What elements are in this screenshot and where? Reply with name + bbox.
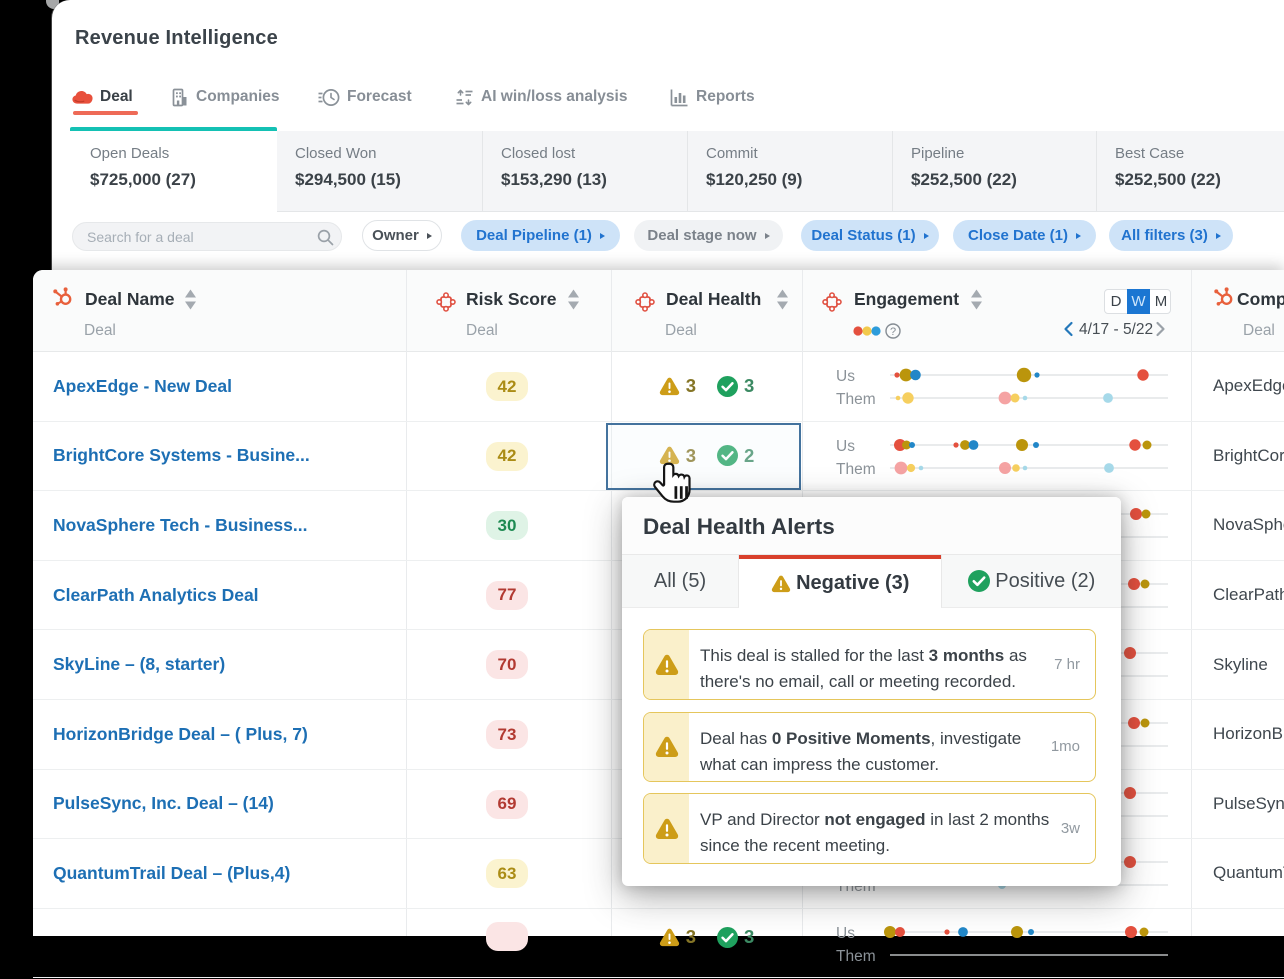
svg-text:Them: Them	[836, 461, 876, 478]
svg-text:Us: Us	[836, 925, 855, 942]
svg-text:Us: Us	[836, 368, 855, 385]
svg-text:Us: Us	[836, 438, 855, 455]
svg-text:?: ?	[890, 326, 896, 338]
svg-text:Them: Them	[836, 391, 876, 408]
svg-text:Them: Them	[836, 948, 876, 965]
